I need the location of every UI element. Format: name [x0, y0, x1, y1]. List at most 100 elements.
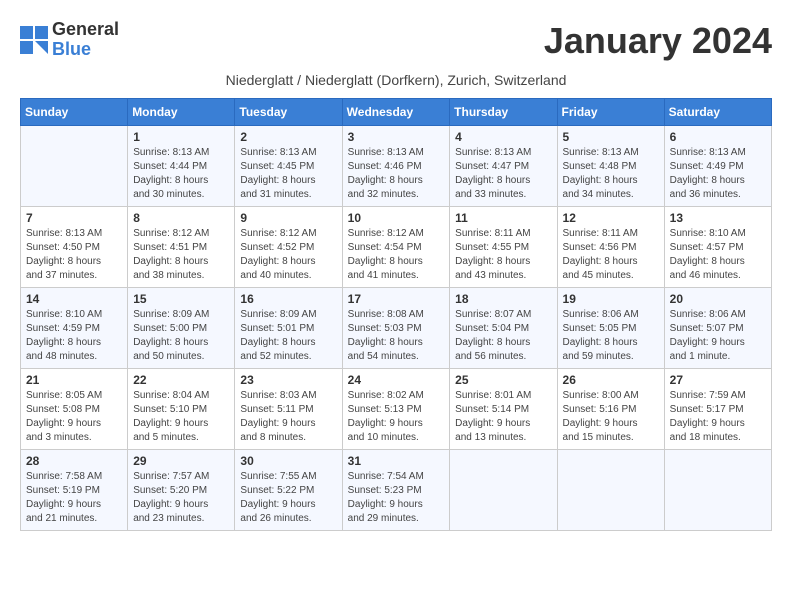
- day-info: Sunrise: 8:12 AMSunset: 4:52 PMDaylight:…: [240, 227, 336, 283]
- calendar-cell: 12 Sunrise: 8:11 AMSunset: 4:56 PMDayligh…: [557, 207, 664, 288]
- calendar-cell: 13 Sunrise: 8:10 AMSunset: 4:57 PMDayligh…: [664, 207, 771, 288]
- day-number: 19: [563, 292, 659, 306]
- day-info: Sunrise: 8:00 AMSunset: 5:16 PMDaylight:…: [563, 389, 659, 445]
- calendar-cell: 9 Sunrise: 8:12 AMSunset: 4:52 PMDaylight…: [235, 207, 342, 288]
- day-header-thursday: Thursday: [450, 99, 557, 126]
- calendar-week-row: 21 Sunrise: 8:05 AMSunset: 5:08 PMDayligh…: [21, 369, 772, 450]
- day-info: Sunrise: 8:13 AMSunset: 4:48 PMDaylight:…: [563, 146, 659, 202]
- day-number: 9: [240, 211, 336, 225]
- day-number: 12: [563, 211, 659, 225]
- calendar-table: SundayMondayTuesdayWednesdayThursdayFrid…: [20, 98, 772, 531]
- day-info: Sunrise: 8:02 AMSunset: 5:13 PMDaylight:…: [348, 389, 445, 445]
- day-header-friday: Friday: [557, 99, 664, 126]
- day-number: 8: [133, 211, 229, 225]
- calendar-week-row: 1Sunrise: 8:13 AMSunset: 4:44 PMDaylight…: [21, 126, 772, 207]
- calendar-cell: 4 Sunrise: 8:13 AMSunset: 4:47 PMDaylight…: [450, 126, 557, 207]
- day-number: 4: [455, 130, 551, 144]
- calendar-cell: 10 Sunrise: 8:12 AMSunset: 4:54 PMDayligh…: [342, 207, 450, 288]
- day-info: Sunrise: 8:08 AMSunset: 5:03 PMDaylight:…: [348, 308, 445, 364]
- day-info: Sunrise: 8:13 AMSunset: 4:46 PMDaylight:…: [348, 146, 445, 202]
- day-number: 14: [26, 292, 122, 306]
- calendar-cell: 18 Sunrise: 8:07 AMSunset: 5:04 PMDayligh…: [450, 288, 557, 369]
- day-number: 23: [240, 373, 336, 387]
- day-number: 7: [26, 211, 122, 225]
- calendar-cell: 2Sunrise: 8:13 AMSunset: 4:45 PMDaylight…: [235, 126, 342, 207]
- calendar-cell: [450, 450, 557, 531]
- calendar-cell: 30 Sunrise: 7:55 AMSunset: 5:22 PMDayligh…: [235, 450, 342, 531]
- day-header-tuesday: Tuesday: [235, 99, 342, 126]
- day-number: 20: [670, 292, 766, 306]
- day-info: Sunrise: 8:07 AMSunset: 5:04 PMDaylight:…: [455, 308, 551, 364]
- day-number: 1: [133, 130, 229, 144]
- calendar-cell: 22Sunrise: 8:04 AMSunset: 5:10 PMDayligh…: [128, 369, 235, 450]
- day-header-sunday: Sunday: [21, 99, 128, 126]
- day-number: 3: [348, 130, 445, 144]
- day-info: Sunrise: 7:55 AMSunset: 5:22 PMDaylight:…: [240, 470, 336, 526]
- day-info: Sunrise: 7:57 AMSunset: 5:20 PMDaylight:…: [133, 470, 229, 526]
- calendar-cell: 16Sunrise: 8:09 AMSunset: 5:01 PMDayligh…: [235, 288, 342, 369]
- calendar-cell: 20 Sunrise: 8:06 AMSunset: 5:07 PMDayligh…: [664, 288, 771, 369]
- day-number: 17: [348, 292, 445, 306]
- calendar-cell: 15 Sunrise: 8:09 AMSunset: 5:00 PMDayligh…: [128, 288, 235, 369]
- calendar-week-row: 28Sunrise: 7:58 AMSunset: 5:19 PMDayligh…: [21, 450, 772, 531]
- day-info: Sunrise: 8:10 AMSunset: 4:59 PMDaylight:…: [26, 308, 122, 364]
- calendar-cell: 8 Sunrise: 8:12 AMSunset: 4:51 PMDaylight…: [128, 207, 235, 288]
- calendar-title: January 2024: [544, 20, 772, 62]
- page-header: General Blue January 2024: [20, 20, 772, 62]
- day-info: Sunrise: 8:13 AMSunset: 4:45 PMDaylight:…: [240, 146, 336, 202]
- day-number: 16: [240, 292, 336, 306]
- day-info: Sunrise: 8:11 AMSunset: 4:56 PMDaylight:…: [563, 227, 659, 283]
- calendar-cell: [557, 450, 664, 531]
- calendar-cell: 26 Sunrise: 8:00 AMSunset: 5:16 PMDayligh…: [557, 369, 664, 450]
- calendar-cell: 25 Sunrise: 8:01 AMSunset: 5:14 PMDayligh…: [450, 369, 557, 450]
- day-number: 18: [455, 292, 551, 306]
- day-number: 31: [348, 454, 445, 468]
- day-number: 22: [133, 373, 229, 387]
- day-info: Sunrise: 8:06 AMSunset: 5:07 PMDaylight:…: [670, 308, 766, 364]
- day-info: Sunrise: 8:05 AMSunset: 5:08 PMDaylight:…: [26, 389, 122, 445]
- day-number: 28: [26, 454, 122, 468]
- calendar-cell: 23Sunrise: 8:03 AMSunset: 5:11 PMDayligh…: [235, 369, 342, 450]
- day-info: Sunrise: 8:09 AMSunset: 5:00 PMDaylight:…: [133, 308, 229, 364]
- day-header-saturday: Saturday: [664, 99, 771, 126]
- calendar-cell: 14 Sunrise: 8:10 AMSunset: 4:59 PMDayligh…: [21, 288, 128, 369]
- day-number: 30: [240, 454, 336, 468]
- day-header-monday: Monday: [128, 99, 235, 126]
- day-info: Sunrise: 8:13 AMSunset: 4:47 PMDaylight:…: [455, 146, 551, 202]
- calendar-subtitle: Niederglatt / Niederglatt (Dorfkern), Zu…: [20, 72, 772, 88]
- day-number: 21: [26, 373, 122, 387]
- day-info: Sunrise: 8:13 AMSunset: 4:49 PMDaylight:…: [670, 146, 766, 202]
- calendar-week-row: 7 Sunrise: 8:13 AMSunset: 4:50 PMDaylight…: [21, 207, 772, 288]
- day-info: Sunrise: 8:01 AMSunset: 5:14 PMDaylight:…: [455, 389, 551, 445]
- calendar-cell: 21 Sunrise: 8:05 AMSunset: 5:08 PMDayligh…: [21, 369, 128, 450]
- day-info: Sunrise: 7:54 AMSunset: 5:23 PMDaylight:…: [348, 470, 445, 526]
- day-number: 26: [563, 373, 659, 387]
- day-info: Sunrise: 7:59 AMSunset: 5:17 PMDaylight:…: [670, 389, 766, 445]
- day-number: 25: [455, 373, 551, 387]
- day-number: 29: [133, 454, 229, 468]
- calendar-week-row: 14 Sunrise: 8:10 AMSunset: 4:59 PMDayligh…: [21, 288, 772, 369]
- calendar-cell: [21, 126, 128, 207]
- day-info: Sunrise: 8:10 AMSunset: 4:57 PMDaylight:…: [670, 227, 766, 283]
- calendar-cell: [664, 450, 771, 531]
- day-number: 10: [348, 211, 445, 225]
- calendar-cell: 1Sunrise: 8:13 AMSunset: 4:44 PMDaylight…: [128, 126, 235, 207]
- calendar-cell: 27Sunrise: 7:59 AMSunset: 5:17 PMDayligh…: [664, 369, 771, 450]
- calendar-cell: 5 Sunrise: 8:13 AMSunset: 4:48 PMDaylight…: [557, 126, 664, 207]
- day-number: 13: [670, 211, 766, 225]
- day-info: Sunrise: 8:12 AMSunset: 4:54 PMDaylight:…: [348, 227, 445, 283]
- day-info: Sunrise: 8:12 AMSunset: 4:51 PMDaylight:…: [133, 227, 229, 283]
- day-number: 24: [348, 373, 445, 387]
- general-blue-logo-icon: [20, 26, 48, 54]
- calendar-cell: 28Sunrise: 7:58 AMSunset: 5:19 PMDayligh…: [21, 450, 128, 531]
- calendar-cell: 29 Sunrise: 7:57 AMSunset: 5:20 PMDayligh…: [128, 450, 235, 531]
- calendar-cell: 17 Sunrise: 8:08 AMSunset: 5:03 PMDayligh…: [342, 288, 450, 369]
- day-number: 15: [133, 292, 229, 306]
- day-number: 6: [670, 130, 766, 144]
- day-number: 5: [563, 130, 659, 144]
- day-info: Sunrise: 8:06 AMSunset: 5:05 PMDaylight:…: [563, 308, 659, 364]
- day-info: Sunrise: 8:13 AMSunset: 4:50 PMDaylight:…: [26, 227, 122, 283]
- day-number: 11: [455, 211, 551, 225]
- day-info: Sunrise: 8:11 AMSunset: 4:55 PMDaylight:…: [455, 227, 551, 283]
- logo-text: General Blue: [52, 20, 119, 60]
